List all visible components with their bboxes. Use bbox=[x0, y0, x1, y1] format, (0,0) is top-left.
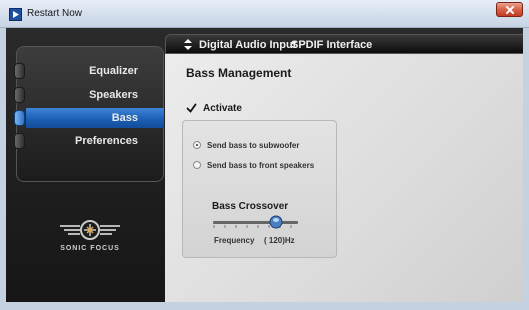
crossover-title: Bass Crossover bbox=[212, 201, 289, 212]
up-down-arrows-icon[interactable] bbox=[183, 38, 193, 51]
frequency-label: Frequency bbox=[214, 236, 255, 245]
sidebar-item-label: Bass bbox=[111, 112, 138, 124]
radio-label: Send bass to subwoofer bbox=[207, 141, 300, 150]
digital-audio-input-label: Digital Audio Input bbox=[199, 39, 297, 51]
sidebar-item-speakers[interactable]: Speakers bbox=[14, 85, 164, 105]
activate-label: Activate bbox=[203, 103, 242, 114]
sonic-focus-logo: SONIC FOCUS bbox=[40, 215, 140, 255]
activate-checkbox[interactable] bbox=[186, 103, 197, 114]
window-frame-right bbox=[523, 28, 529, 310]
frequency-value: ( 120)Hz bbox=[264, 236, 295, 245]
window-frame-bottom bbox=[0, 302, 529, 310]
radio-send-bass-subwoofer[interactable] bbox=[193, 141, 201, 149]
nav-knob-icon bbox=[14, 63, 25, 79]
logo-text: SONIC FOCUS bbox=[60, 245, 120, 252]
close-icon bbox=[506, 6, 514, 14]
sidebar-item-label: Equalizer bbox=[89, 65, 138, 77]
title-bar: Restart Now bbox=[0, 0, 529, 28]
crossover-slider-thumb[interactable] bbox=[268, 215, 284, 229]
sidebar-item-bass[interactable]: Bass bbox=[14, 108, 164, 128]
nav-knob-icon bbox=[14, 110, 25, 126]
sidebar-item-preferences[interactable]: Preferences bbox=[14, 131, 164, 151]
spdif-interface-label: SPDIF Interface bbox=[291, 39, 373, 51]
slider-ticks bbox=[213, 225, 292, 228]
bass-options-group: Send bass to subwoofer Send bass to fron… bbox=[182, 120, 337, 258]
app-icon bbox=[9, 8, 22, 21]
sidebar-item-label: Speakers bbox=[89, 89, 138, 101]
input-selector-bar[interactable]: Digital Audio Input SPDIF Interface bbox=[165, 34, 523, 54]
sonic-focus-logo-icon bbox=[60, 220, 120, 240]
nav-knob-icon bbox=[14, 87, 25, 103]
sidebar-item-label: Preferences bbox=[75, 135, 138, 147]
window-title: Restart Now bbox=[27, 8, 83, 19]
close-button[interactable] bbox=[496, 2, 523, 17]
radio-send-bass-front-speakers[interactable] bbox=[193, 161, 201, 169]
panel-title: Bass Management bbox=[186, 66, 292, 80]
bass-management-panel: Bass Management Activate Send bass to su… bbox=[165, 54, 523, 302]
nav-knob-icon bbox=[14, 133, 25, 149]
radio-label: Send bass to front speakers bbox=[207, 161, 315, 170]
crossover-slider-track[interactable] bbox=[213, 221, 298, 224]
sidebar-item-equalizer[interactable]: Equalizer bbox=[14, 61, 164, 81]
